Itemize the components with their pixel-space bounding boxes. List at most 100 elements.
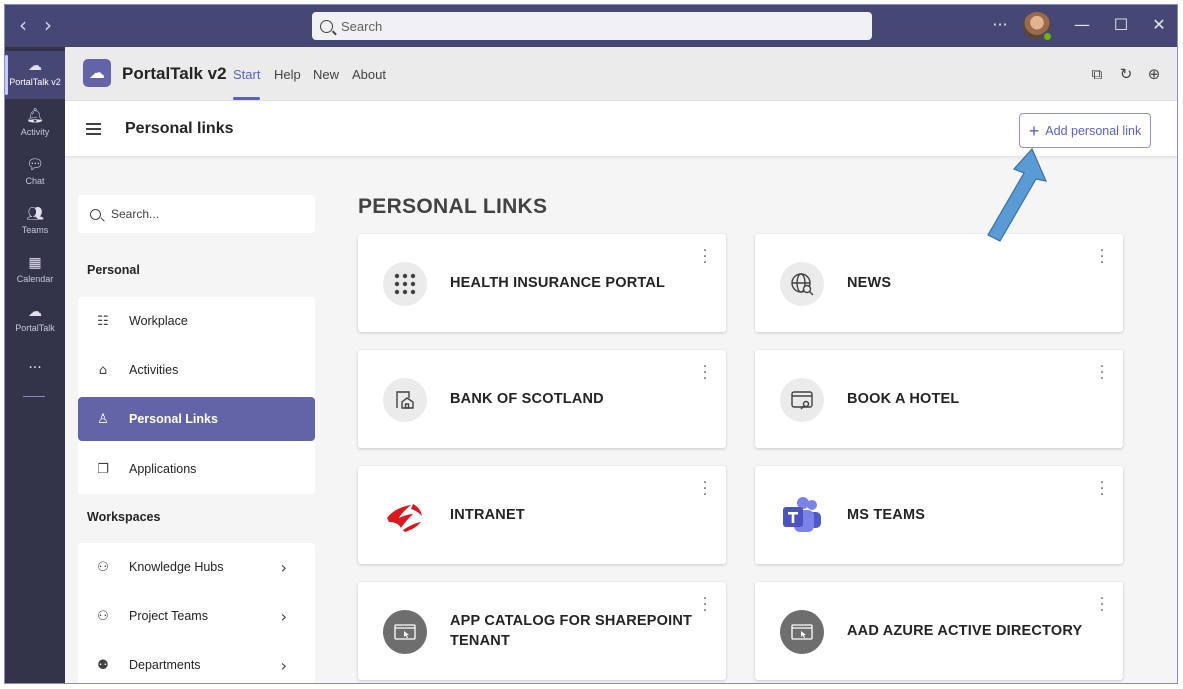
chevron-right-icon: › bbox=[280, 557, 287, 577]
link-card-aad-azure-active-directory[interactable]: AAD AZURE ACTIVE DIRECTORY · · · bbox=[755, 582, 1123, 680]
search-icon bbox=[320, 19, 333, 33]
link-card-news[interactable]: NEWS · · · bbox=[755, 234, 1123, 332]
rail-item-chat[interactable]: 💬︎ Chat bbox=[5, 150, 65, 198]
building-icon bbox=[383, 378, 427, 422]
app-header: ☁ PortalTalk v2 Start Help New About ⧉ ↻… bbox=[65, 47, 1177, 101]
app-rail: ☁ PortalTalk v2 🔔︎ Activity 💬︎ Chat 👥︎ T… bbox=[5, 47, 65, 683]
globe-search-icon bbox=[780, 262, 824, 306]
rail-divider bbox=[23, 396, 45, 397]
tab-help[interactable]: Help bbox=[274, 67, 301, 82]
tab-about[interactable]: About bbox=[352, 67, 386, 82]
sidebar-item-workplace[interactable]: ☷ Workplace bbox=[78, 299, 315, 343]
content-title: PERSONAL LINKS bbox=[358, 195, 548, 218]
link-card-health-insurance-portal[interactable]: HEALTH INSURANCE PORTAL · · · bbox=[358, 234, 726, 332]
global-search-input[interactable]: Search bbox=[312, 12, 872, 40]
rail-item-teams[interactable]: 👥︎ Teams bbox=[5, 199, 65, 247]
rail-item-portaltalk-v2[interactable]: ☁ PortalTalk v2 bbox=[5, 51, 65, 99]
page-title: Personal links bbox=[125, 120, 234, 137]
link-card-book-a-hotel[interactable]: BOOK A HOTEL · · · bbox=[755, 350, 1123, 448]
link-card-ms-teams[interactable]: MS TEAMS · · · bbox=[755, 466, 1123, 564]
rail-item-activity[interactable]: 🔔︎ Activity bbox=[5, 101, 65, 149]
more-vertical-icon[interactable]: · · · bbox=[702, 360, 708, 386]
more-options-icon[interactable]: ··· bbox=[987, 13, 1013, 37]
sidebar-search-input[interactable]: Search... bbox=[78, 195, 315, 233]
personal-heading: Personal bbox=[87, 263, 140, 277]
calendar-icon: ▦ bbox=[28, 255, 42, 271]
link-card-label: BANK OF SCOTLAND bbox=[450, 391, 604, 407]
link-card-label: AAD AZURE ACTIVE DIRECTORY bbox=[847, 623, 1083, 639]
rail-item-portaltalk[interactable]: ☁ PortalTalk bbox=[5, 297, 65, 345]
back-arrow-icon[interactable]: ‹ bbox=[13, 15, 33, 35]
add-personal-link-button[interactable]: + Add personal link bbox=[1019, 113, 1151, 148]
browser-cursor-icon bbox=[383, 610, 427, 654]
sidebar-item-personal-links[interactable]: ♙ Personal Links bbox=[78, 397, 315, 441]
teams-icon: ⚇ bbox=[97, 608, 109, 624]
personal-nav: ☷ Workplace ⌂ Activities ♙ Personal Link… bbox=[78, 297, 315, 494]
refresh-icon[interactable]: ↻ bbox=[1117, 65, 1135, 83]
sidebar-item-project-teams[interactable]: ⚇ Project Teams › bbox=[78, 594, 315, 638]
cloud-icon: ☁ bbox=[28, 304, 42, 320]
link-card-intranet[interactable]: INTRANET · · · bbox=[358, 466, 726, 564]
teams-window: ‹ › Search ··· — ☐ ✕ ☁ PortalTalk v2 🔔︎ … bbox=[4, 4, 1178, 684]
sidebar-search-placeholder: Search... bbox=[111, 207, 160, 221]
ms-teams-logo-icon bbox=[780, 494, 824, 538]
tab-start[interactable]: Start bbox=[233, 67, 260, 82]
people-icon: ⚉ bbox=[97, 657, 109, 673]
teams-icon: 👥︎ bbox=[26, 206, 44, 222]
more-vertical-icon[interactable]: · · · bbox=[702, 244, 708, 270]
chevron-right-icon: › bbox=[280, 655, 287, 675]
hamburger-menu-icon[interactable] bbox=[86, 123, 101, 135]
app-grid-icon bbox=[383, 262, 427, 306]
browser-cursor-icon bbox=[780, 610, 824, 654]
home-icon: ⌂ bbox=[98, 362, 108, 378]
portaltalk-icon: ☁ bbox=[28, 58, 42, 74]
title-bar: ‹ › Search ··· — ☐ ✕ bbox=[5, 5, 1177, 47]
rog-logo-icon bbox=[383, 494, 427, 538]
teams-icon: ⚇ bbox=[97, 559, 109, 575]
sidebar-item-activities[interactable]: ⌂ Activities bbox=[78, 348, 315, 392]
avatar[interactable] bbox=[1023, 12, 1053, 42]
link-card-label: NEWS bbox=[847, 275, 892, 291]
maximize-icon[interactable]: ☐ bbox=[1108, 13, 1134, 37]
rail-item-calendar[interactable]: ▦ Calendar bbox=[5, 248, 65, 296]
window-cursor-icon bbox=[780, 378, 824, 422]
portaltalk-logo-icon: ☁ bbox=[83, 59, 111, 87]
more-vertical-icon[interactable]: · · · bbox=[1099, 244, 1105, 270]
pop-out-icon[interactable]: ⧉ bbox=[1088, 65, 1106, 83]
workspaces-heading: Workspaces bbox=[87, 510, 161, 524]
list-icon: ☷ bbox=[97, 313, 109, 329]
more-vertical-icon[interactable]: · · · bbox=[702, 592, 708, 618]
person-icon: ♙ bbox=[97, 411, 109, 427]
plus-icon: + bbox=[1028, 120, 1040, 141]
sidebar-item-departments[interactable]: ⚉ Departments › bbox=[78, 643, 315, 683]
link-card-label: HEALTH INSURANCE PORTAL bbox=[450, 275, 666, 291]
forward-arrow-icon[interactable]: › bbox=[38, 15, 58, 35]
more-vertical-icon[interactable]: · · · bbox=[1099, 592, 1105, 618]
bell-icon: 🔔︎ bbox=[26, 108, 44, 124]
link-card-label: MS TEAMS bbox=[847, 507, 926, 523]
sidebar-item-applications[interactable]: ❐ Applications bbox=[78, 447, 315, 491]
link-card-bank-of-scotland[interactable]: BANK OF SCOTLAND · · · bbox=[358, 350, 726, 448]
add-personal-link-label: Add personal link bbox=[1045, 123, 1142, 138]
annotation-arrow-icon bbox=[987, 147, 1048, 242]
minimize-icon[interactable]: — bbox=[1069, 13, 1095, 37]
globe-icon[interactable]: ⊕ bbox=[1145, 65, 1163, 83]
active-tab-indicator bbox=[233, 97, 260, 100]
sidebar-item-knowledge-hubs[interactable]: ⚇ Knowledge Hubs › bbox=[78, 545, 315, 589]
more-vertical-icon[interactable]: · · · bbox=[1099, 476, 1105, 502]
link-card-label: BOOK A HOTEL bbox=[847, 391, 960, 407]
copy-icon: ❐ bbox=[97, 461, 109, 477]
presence-available-icon bbox=[1042, 31, 1053, 42]
chat-icon: 💬︎ bbox=[26, 157, 44, 173]
rail-more-apps[interactable]: ··· bbox=[5, 353, 65, 383]
more-vertical-icon[interactable]: · · · bbox=[1099, 360, 1105, 386]
more-apps-icon: ··· bbox=[28, 360, 42, 376]
workspaces-nav: ⚇ Knowledge Hubs › ⚇ Project Teams › ⚉ D… bbox=[78, 543, 315, 683]
tab-new[interactable]: New bbox=[313, 67, 339, 82]
link-card-app-catalog[interactable]: APP CATALOG FOR SHAREPOINT TENANT · · · bbox=[358, 582, 726, 680]
close-icon[interactable]: ✕ bbox=[1146, 13, 1172, 37]
more-vertical-icon[interactable]: · · · bbox=[702, 476, 708, 502]
search-icon bbox=[90, 208, 101, 220]
app-title: PortalTalk v2 bbox=[122, 64, 227, 83]
global-search-placeholder: Search bbox=[341, 18, 383, 34]
